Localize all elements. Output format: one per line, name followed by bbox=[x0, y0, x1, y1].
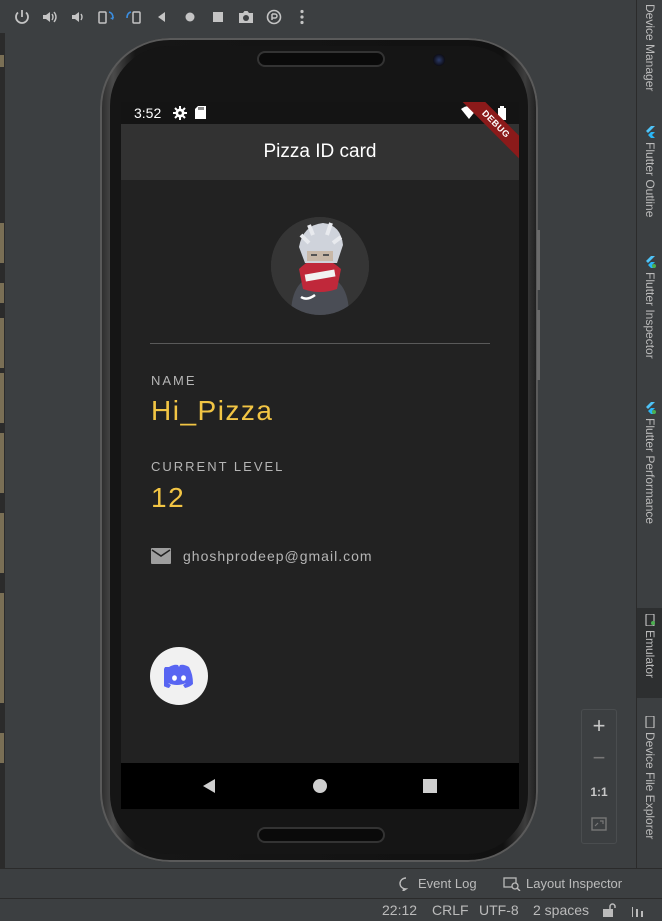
back-icon[interactable] bbox=[148, 3, 176, 31]
event-log-icon bbox=[399, 876, 409, 891]
home-icon[interactable] bbox=[176, 3, 204, 31]
flutter-icon bbox=[646, 402, 656, 414]
indent-setting[interactable]: 2 spaces bbox=[533, 902, 589, 918]
event-log-label: Event Log bbox=[418, 876, 477, 891]
level-value: 12 bbox=[151, 482, 186, 513]
name-value: Hi_Pizza bbox=[151, 395, 274, 426]
phone-icon bbox=[645, 716, 655, 728]
flutter-icon bbox=[646, 256, 656, 268]
email-row[interactable]: ghoshprodeep@gmail.com bbox=[151, 548, 373, 564]
volume-down-icon[interactable] bbox=[64, 3, 92, 31]
volume-up-icon[interactable] bbox=[36, 3, 64, 31]
app-bar-title: Pizza ID card bbox=[263, 141, 377, 162]
rotate-left-icon[interactable] bbox=[92, 3, 120, 31]
flutter-icon bbox=[646, 126, 655, 138]
tab-label: Flutter Inspector bbox=[643, 272, 657, 359]
bottom-tool-bar: Event Log Layout Inspector bbox=[0, 868, 662, 898]
nav-home-icon[interactable] bbox=[312, 777, 328, 795]
zoom-actual-size-button[interactable]: 1:1 bbox=[582, 776, 616, 808]
tab-label: Device Manager bbox=[643, 4, 657, 92]
tab-label: Flutter Outline bbox=[643, 142, 657, 218]
zoom-controls: + − 1:1 bbox=[581, 709, 617, 844]
discord-icon bbox=[164, 664, 193, 688]
gutter-marker bbox=[0, 223, 4, 263]
device-screen: 3:52 Pizza ID card DEBUG NAME Hi_Pizza C… bbox=[121, 102, 519, 809]
tab-flutter-inspector[interactable]: Flutter Inspector bbox=[637, 250, 662, 375]
ide-status-bar: 22:12 CRLF UTF-8 2 spaces bbox=[0, 898, 662, 921]
mail-icon bbox=[151, 548, 171, 564]
layout-inspector-button[interactable]: Layout Inspector bbox=[503, 876, 622, 891]
avatar[interactable] bbox=[271, 217, 369, 315]
event-log-button[interactable]: Event Log bbox=[398, 876, 477, 891]
discord-button[interactable] bbox=[150, 647, 208, 705]
tab-device-manager[interactable]: Device Manager bbox=[637, 0, 662, 96]
gutter-marker bbox=[0, 318, 4, 368]
level-label: CURRENT LEVEL bbox=[151, 459, 285, 474]
tab-label: Flutter Performance bbox=[643, 418, 657, 525]
layout-inspector-icon bbox=[503, 876, 521, 891]
rotate-right-icon[interactable] bbox=[120, 3, 148, 31]
memory-indicator-icon[interactable] bbox=[632, 903, 648, 917]
android-status-bar: 3:52 bbox=[121, 102, 519, 124]
side-button bbox=[537, 310, 540, 380]
tab-flutter-performance[interactable]: Flutter Performance bbox=[637, 396, 662, 541]
gutter-marker bbox=[0, 55, 4, 67]
unlock-icon[interactable] bbox=[602, 903, 616, 917]
nav-overview-icon[interactable] bbox=[422, 777, 438, 795]
name-label: NAME bbox=[151, 373, 197, 388]
avatar-image bbox=[271, 217, 369, 315]
device-icon bbox=[645, 614, 655, 626]
email-text: ghoshprodeep@gmail.com bbox=[183, 548, 373, 564]
status-time: 3:52 bbox=[134, 105, 162, 121]
right-tool-strip: Device Manager Flutter Outline Flutter I… bbox=[636, 0, 662, 868]
gutter-marker bbox=[0, 283, 4, 303]
file-encoding[interactable]: UTF-8 bbox=[479, 902, 519, 918]
emulator-toolbar bbox=[0, 0, 636, 33]
cursor-position[interactable]: 22:12 bbox=[382, 902, 417, 918]
zoom-fit-button[interactable] bbox=[582, 808, 616, 840]
divider bbox=[150, 343, 490, 344]
nav-back-icon[interactable] bbox=[201, 777, 217, 795]
tab-label: Emulator bbox=[643, 630, 657, 679]
tab-emulator[interactable]: Emulator bbox=[637, 608, 662, 698]
camera-icon[interactable] bbox=[232, 3, 260, 31]
overview-icon[interactable] bbox=[204, 3, 232, 31]
gutter-marker bbox=[0, 433, 4, 493]
zoom-out-button[interactable]: − bbox=[582, 742, 616, 774]
gutter-marker bbox=[0, 513, 4, 573]
layout-inspector-label: Layout Inspector bbox=[526, 876, 623, 891]
line-separator[interactable]: CRLF bbox=[432, 902, 469, 918]
tab-label: Device File Explorer bbox=[643, 732, 657, 840]
gutter-marker bbox=[0, 733, 4, 763]
gutter-marker bbox=[0, 373, 4, 423]
android-nav-bar bbox=[121, 763, 519, 809]
front-camera bbox=[433, 54, 445, 66]
bottom-speaker bbox=[257, 827, 385, 843]
app-bar: Pizza ID card bbox=[121, 124, 519, 180]
settings-icon bbox=[173, 106, 187, 120]
power-icon[interactable] bbox=[8, 3, 36, 31]
tab-device-file-explorer[interactable]: Device File Explorer bbox=[637, 710, 662, 860]
side-button bbox=[537, 230, 540, 290]
fit-screen-icon bbox=[591, 817, 607, 831]
tab-flutter-outline[interactable]: Flutter Outline bbox=[637, 120, 662, 230]
snapshot-icon[interactable] bbox=[260, 3, 288, 31]
sd-card-icon bbox=[195, 106, 206, 119]
more-icon[interactable] bbox=[288, 3, 316, 31]
gutter-marker bbox=[0, 593, 4, 703]
top-speaker bbox=[257, 51, 385, 67]
zoom-in-button[interactable]: + bbox=[582, 710, 616, 742]
